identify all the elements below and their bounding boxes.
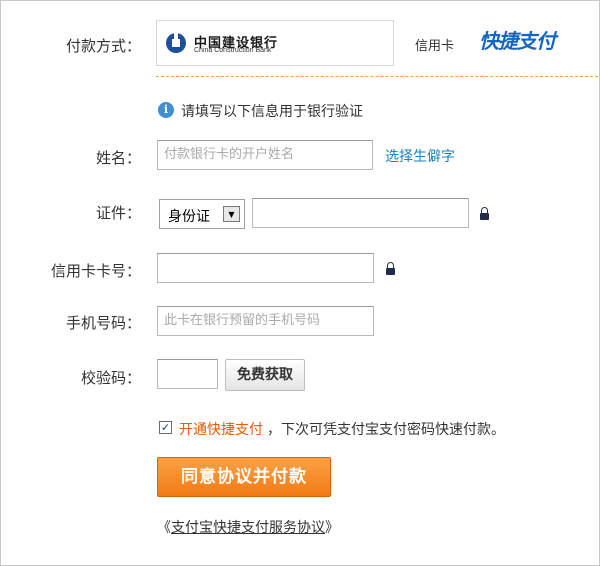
rare-char-link[interactable]: 选择生僻字 xyxy=(385,146,455,166)
bank-logo-box: 中国建设银行 China Construction Bank xyxy=(156,20,394,66)
agreement-prefix: 《 xyxy=(157,520,171,536)
get-code-button[interactable]: 免费获取 xyxy=(225,359,305,391)
ccb-logo-icon xyxy=(166,32,186,53)
lock-icon xyxy=(480,207,489,220)
id-type-select[interactable]: 身份证 ▼ xyxy=(159,199,245,229)
open-quickpay-link[interactable]: 开通快捷支付 xyxy=(179,419,263,439)
agreement-line: 《支付宝快捷支付服务协议》 xyxy=(157,517,339,537)
lock-icon xyxy=(386,262,395,275)
card-number-label: 信用卡卡号： xyxy=(50,262,141,280)
divider xyxy=(156,76,598,77)
agreement-link[interactable]: 支付宝快捷支付服务协议 xyxy=(171,520,325,536)
info-text: 请填写以下信息用于银行验证 xyxy=(181,104,363,120)
payment-method-label: 付款方式： xyxy=(65,37,141,55)
payment-form: 付款方式： 中国建设银行 China Construction Bank 信用卡… xyxy=(0,0,600,566)
id-label: 证件： xyxy=(95,204,141,222)
phone-label: 手机号码： xyxy=(65,314,141,332)
card-type-text: 信用卡 xyxy=(415,39,455,54)
quickpay-logo: 快捷支付 xyxy=(479,29,556,53)
card-number-input[interactable] xyxy=(157,253,374,283)
name-input[interactable]: 付款银行卡的开户姓名 xyxy=(157,140,373,170)
agree-and-pay-button[interactable]: 同意协议并付款 xyxy=(157,457,331,497)
quickpay-description: ，下次可凭支付宝支付密码快速付款。 xyxy=(267,422,505,438)
verify-code-input[interactable] xyxy=(157,359,218,389)
quickpay-checkbox[interactable]: ✓ xyxy=(159,421,172,434)
chevron-down-icon[interactable]: ▼ xyxy=(223,206,240,222)
name-label: 姓名： xyxy=(95,149,141,167)
phone-input[interactable]: 此卡在银行预留的手机号码 xyxy=(157,306,374,336)
verify-code-label: 校验码： xyxy=(80,369,141,387)
id-number-input[interactable] xyxy=(252,198,469,228)
info-icon: i xyxy=(158,102,174,118)
id-type-selected: 身份证 xyxy=(168,209,210,225)
agreement-suffix: 》 xyxy=(325,520,339,536)
bank-name-en: China Construction Bank xyxy=(194,47,272,54)
